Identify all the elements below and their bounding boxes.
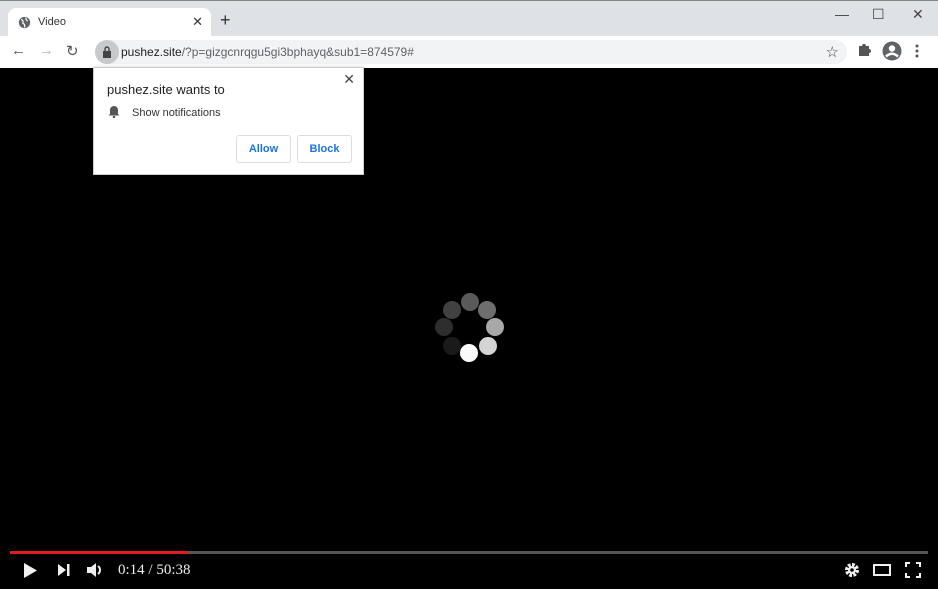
new-tab-button[interactable]: + [220, 11, 231, 29]
reload-button[interactable]: ↻ [66, 42, 79, 60]
back-button[interactable]: ← [11, 42, 26, 59]
tab-video[interactable]: Video ✕ [8, 8, 211, 37]
permission-text: Show notifications [132, 107, 221, 119]
progress-bar[interactable] [10, 551, 928, 554]
site-info-button[interactable] [95, 40, 119, 64]
minimize-button[interactable]: — [835, 6, 849, 22]
spinner-dot [435, 318, 453, 336]
play-icon[interactable] [22, 562, 38, 579]
url-path: /?p=gizgcnrqgu5gi3bphayq&sub1=874579# [181, 45, 414, 59]
tab-title: Video [38, 16, 66, 28]
spinner-dot [486, 318, 504, 336]
address-bar[interactable]: pushez.site/?p=gizgcnrqgu5gi3bphayq&sub1… [95, 40, 847, 64]
maximize-button[interactable]: ☐ [872, 6, 885, 23]
profile-avatar-icon[interactable] [882, 41, 902, 61]
settings-gear-icon[interactable] [844, 562, 860, 578]
url-domain: pushez.site [121, 45, 182, 59]
lock-icon [103, 46, 111, 58]
spinner-dot [479, 337, 497, 355]
window-close-button[interactable]: ✕ [912, 6, 924, 23]
spinner-dot [443, 337, 461, 355]
time-display: 0:14 / 50:38 [118, 562, 191, 578]
progress-bar-played [10, 551, 189, 554]
block-button[interactable]: Block [297, 135, 352, 163]
theater-mode-icon[interactable] [873, 563, 891, 577]
next-icon[interactable] [57, 563, 71, 577]
bell-icon [108, 106, 120, 118]
tab-close-icon[interactable]: ✕ [192, 14, 203, 30]
loading-spinner-icon [433, 292, 507, 364]
url-text[interactable]: pushez.site/?p=gizgcnrqgu5gi3bphayq&sub1… [121, 45, 414, 59]
menu-kebab-icon[interactable] [915, 44, 919, 58]
bookmark-star-icon[interactable]: ☆ [826, 43, 839, 61]
fullscreen-icon[interactable] [905, 562, 921, 578]
extensions-puzzle-icon[interactable] [857, 41, 873, 57]
browser-toolbar: ← → ↻ pushez.site/?p=gizgcnrqgu5gi3bphay… [0, 36, 938, 68]
volume-icon[interactable] [86, 561, 104, 579]
allow-button[interactable]: Allow [236, 135, 291, 163]
forward-button[interactable]: → [39, 42, 54, 59]
popup-heading: pushez.site wants to [107, 82, 225, 97]
globe-icon [18, 16, 31, 29]
popup-close-icon[interactable]: ✕ [343, 71, 355, 88]
spinner-dot [461, 293, 479, 311]
notification-permission-popup: pushez.site wants to Show notifications … [93, 67, 364, 175]
spinner-dot [460, 344, 478, 362]
spinner-dot [478, 301, 496, 319]
spinner-dot [443, 301, 461, 319]
title-bar: Video ✕ + — ☐ ✕ [0, 0, 938, 37]
